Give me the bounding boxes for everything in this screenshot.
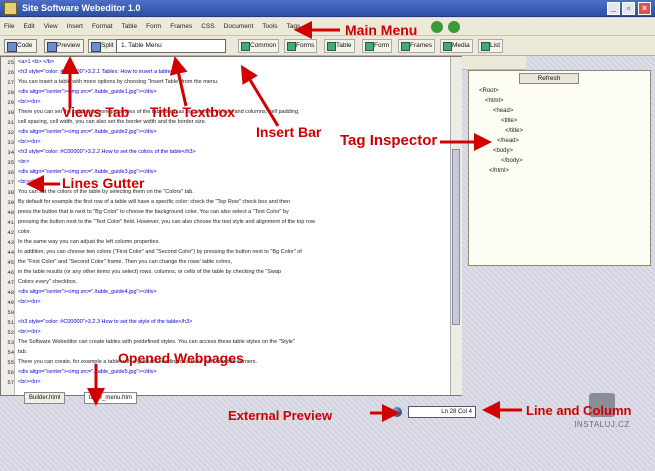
annotation-lines-gutter: Lines Gutter bbox=[62, 175, 145, 191]
annotation-opened-webpages: Opened Webpages bbox=[118, 350, 244, 366]
annotation-views-tab: Views Tab bbox=[62, 104, 130, 120]
annotation-tag-inspector: Tag Inspector bbox=[340, 132, 438, 149]
annotation-insert-bar: Insert Bar bbox=[256, 124, 322, 140]
annotation-title-textbox: Title Textbox bbox=[150, 104, 236, 120]
annotation-line-and-column: Line and Column bbox=[526, 403, 632, 418]
arrow-insert-bar bbox=[240, 64, 280, 127]
arrow-title-textbox bbox=[169, 56, 188, 107]
annotation-external-preview: External Preview bbox=[228, 408, 333, 423]
annotation-main-menu: Main Menu bbox=[345, 22, 418, 38]
annotation-arrows bbox=[26, 21, 522, 422]
